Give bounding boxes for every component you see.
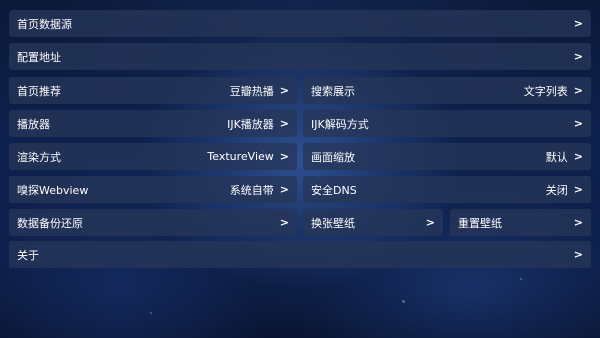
- chevron-right-icon: >: [279, 117, 289, 130]
- setting-label: 嗅探Webview: [17, 183, 89, 197]
- setting-value: 默认: [545, 150, 568, 164]
- setting-label: 搜索展示: [311, 84, 355, 98]
- setting-label: 首页数据源: [17, 17, 72, 31]
- setting-change-wallpaper[interactable]: 换张壁纸 >: [303, 209, 443, 236]
- setting-value: TextureView: [207, 150, 274, 163]
- chevron-right-icon: >: [279, 216, 289, 229]
- setting-label: 首页推荐: [17, 84, 61, 98]
- chevron-right-icon: >: [279, 150, 289, 163]
- background-star: [150, 312, 152, 314]
- setting-reset-wallpaper[interactable]: 重置壁纸 >: [450, 209, 591, 236]
- setting-label: 重置壁纸: [458, 216, 502, 230]
- setting-player[interactable]: 播放器 IJK播放器 >: [9, 110, 297, 137]
- setting-value: 豆瓣热播: [229, 84, 274, 98]
- setting-ijk-decode[interactable]: IJK解码方式 >: [303, 110, 591, 137]
- chevron-right-icon: >: [425, 216, 435, 229]
- chevron-right-icon: >: [573, 216, 583, 229]
- setting-label: 数据备份还原: [17, 216, 83, 230]
- chevron-right-icon: >: [573, 248, 583, 261]
- chevron-right-icon: >: [573, 17, 583, 30]
- setting-config-url[interactable]: 配置地址 >: [9, 43, 591, 70]
- setting-backup-restore[interactable]: 数据备份还原 >: [9, 209, 297, 236]
- setting-label: 关于: [17, 248, 39, 262]
- setting-search-display[interactable]: 搜索展示 文字列表 >: [303, 77, 591, 104]
- setting-label: 安全DNS: [311, 183, 357, 197]
- chevron-right-icon: >: [573, 150, 583, 163]
- setting-render-mode[interactable]: 渲染方式 TextureView >: [9, 143, 297, 170]
- setting-screen-scale[interactable]: 画面缩放 默认 >: [303, 143, 591, 170]
- setting-value: 系统自带: [229, 183, 274, 197]
- setting-label: 播放器: [17, 117, 50, 131]
- setting-secure-dns[interactable]: 安全DNS 关闭 >: [303, 176, 591, 203]
- background-star: [520, 278, 522, 280]
- setting-label: 配置地址: [17, 50, 61, 64]
- setting-value: IJK播放器: [227, 117, 274, 131]
- setting-label: 画面缩放: [311, 150, 355, 164]
- chevron-right-icon: >: [573, 117, 583, 130]
- chevron-right-icon: >: [573, 183, 583, 196]
- setting-value: 关闭: [545, 183, 568, 197]
- setting-home-recommend[interactable]: 首页推荐 豆瓣热播 >: [9, 77, 297, 104]
- setting-label: 换张壁纸: [311, 216, 355, 230]
- setting-value: 文字列表: [523, 84, 568, 98]
- chevron-right-icon: >: [573, 84, 583, 97]
- chevron-right-icon: >: [279, 84, 289, 97]
- chevron-right-icon: >: [573, 50, 583, 63]
- setting-about[interactable]: 关于 >: [9, 241, 591, 268]
- setting-home-data-source[interactable]: 首页数据源 >: [9, 10, 591, 37]
- chevron-right-icon: >: [279, 183, 289, 196]
- background-star: [402, 300, 405, 303]
- setting-label: IJK解码方式: [311, 117, 369, 131]
- setting-label: 渲染方式: [17, 150, 61, 164]
- setting-sniff-webview[interactable]: 嗅探Webview 系统自带 >: [9, 176, 297, 203]
